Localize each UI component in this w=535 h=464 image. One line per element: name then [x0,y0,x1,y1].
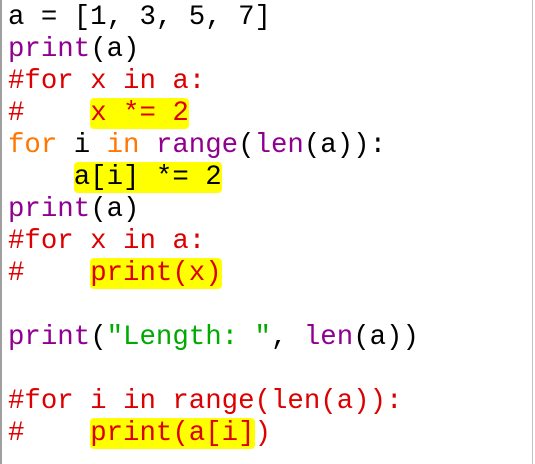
code-token: print [8,34,91,65]
code-token: (a) [90,34,140,65]
code-token: i [57,130,107,161]
highlighted-code-token: print(x) [90,258,222,289]
code-line[interactable]: #for i in range(len(a)): [8,386,403,418]
code-token: , [271,322,304,353]
code-token: len [303,322,354,353]
code-editor[interactable]: a = [1, 3, 5, 7] print(a) #for x in a: # x … [0,0,533,464]
code-token: ) [254,418,271,449]
code-line[interactable]: print("Length: ", len(a)) [8,322,419,354]
code-token: in [106,130,140,161]
code-line[interactable]: # x *= 2 [8,98,189,130]
code-line[interactable]: #for x in a: [8,226,205,258]
highlighted-code-token: x *= 2 [90,98,189,129]
code-line[interactable]: for i in range(len(a)): [8,130,386,162]
code-line[interactable]: print(a) [8,194,140,226]
code-token: # [8,418,91,449]
code-token: ( [238,130,255,161]
code-token: # [8,98,91,129]
code-token: len [254,130,304,161]
highlighted-code-token: a[i] *= 2 [73,162,222,193]
code-line[interactable]: a[i] *= 2 [8,162,222,194]
code-token: ( [90,322,107,353]
code-token: print [8,194,91,225]
code-token: "Length: " [106,322,271,353]
code-token: a = [1, 3, 5, 7] [8,2,271,33]
code-token: #for i in range(len(a)): [8,386,403,417]
highlighted-code-token: print(a[i] [90,418,255,449]
code-token: (a)): [303,130,387,161]
code-line[interactable]: # print(a[i]) [8,418,271,450]
code-token: #for x in a: [8,226,206,257]
code-line[interactable]: #for x in a: [8,66,205,98]
code-token: (a) [90,194,140,225]
code-line[interactable]: # print(x) [8,258,222,290]
code-token: print [8,322,91,353]
code-token: range [155,130,239,161]
code-token: #for x in a: [8,66,206,97]
code-token: # [8,258,91,289]
code-token: for [8,130,58,161]
code-line[interactable]: print(a) [8,34,140,66]
code-token: (a)) [353,322,419,353]
code-line[interactable]: a = [1, 3, 5, 7] [8,2,271,34]
